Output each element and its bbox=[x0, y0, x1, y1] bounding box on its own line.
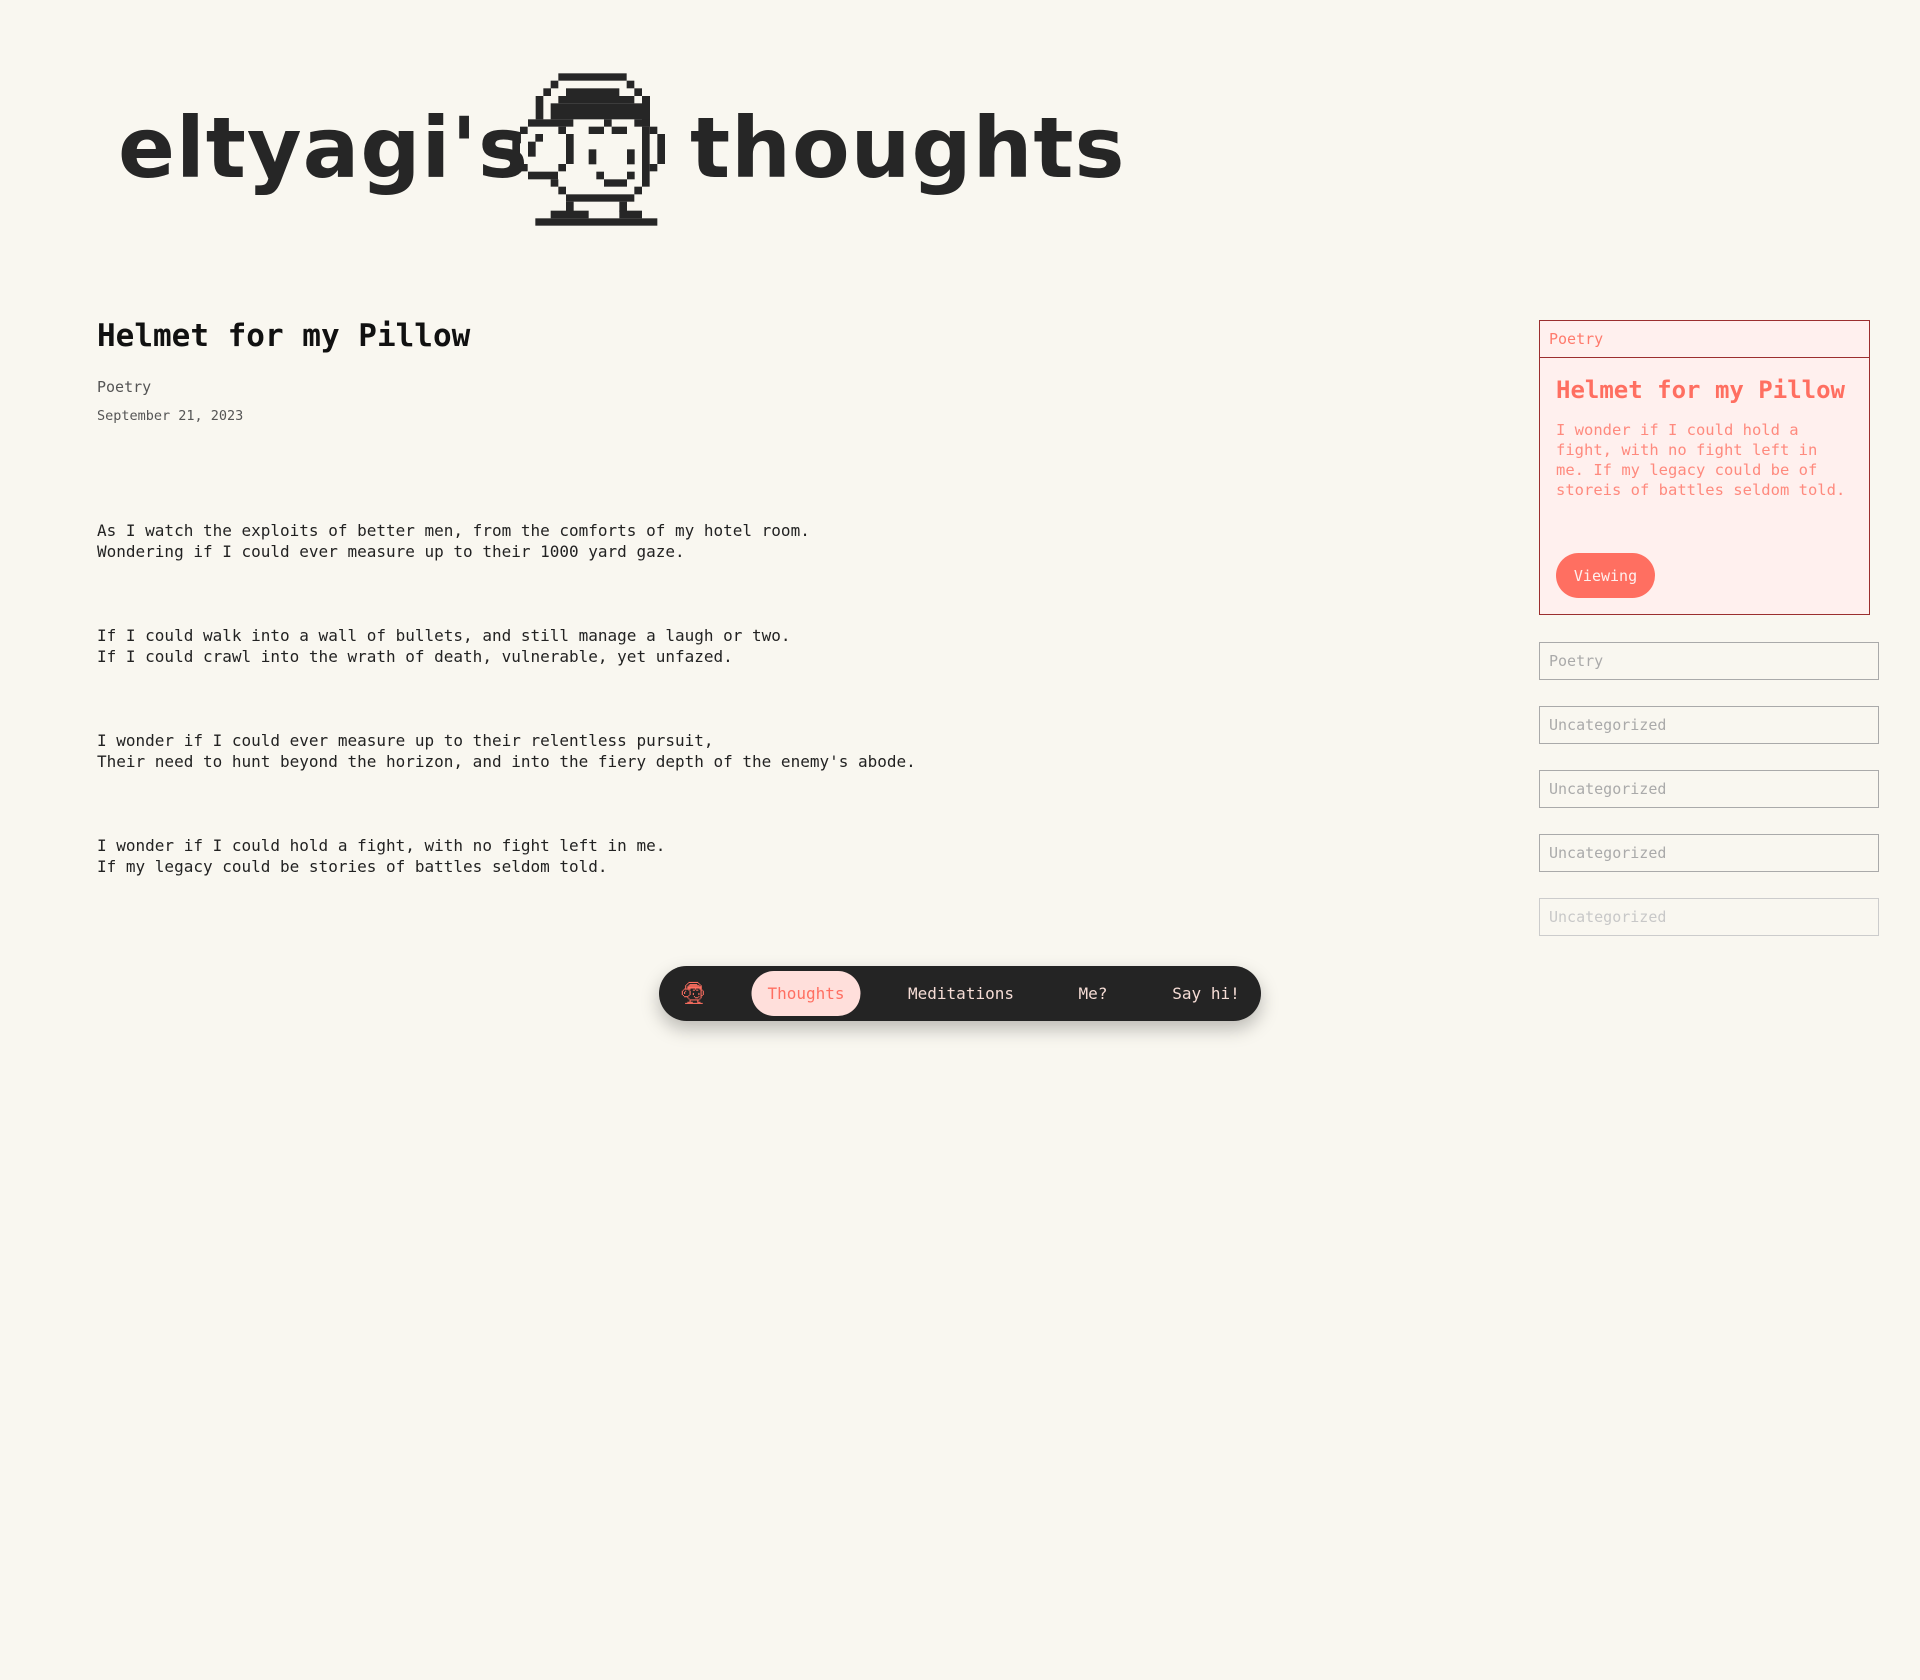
pixel-avatar-logo bbox=[512, 73, 665, 226]
stanza: As I watch the exploits of better men, f… bbox=[97, 521, 810, 561]
nav-say-hi[interactable]: Say hi! bbox=[1172, 971, 1239, 1016]
sidebar-post-item[interactable]: Uncategorized bbox=[1539, 834, 1879, 872]
stanza: I wonder if I could hold a fight, with n… bbox=[97, 836, 666, 876]
card-category: Poetry bbox=[1540, 321, 1869, 358]
nav-thoughts[interactable]: Thoughts bbox=[751, 971, 861, 1016]
post-title: Helmet for my Pillow bbox=[97, 318, 471, 354]
stanza: I wonder if I could ever measure up to t… bbox=[97, 731, 916, 771]
home-avatar-icon[interactable] bbox=[680, 980, 706, 1006]
bottom-nav: Thoughts Meditations Me? Say hi! bbox=[659, 966, 1261, 1021]
post-category: Poetry bbox=[97, 378, 152, 396]
site-suffix: thoughts bbox=[690, 99, 1126, 197]
card-excerpt: I wonder if I could hold a fight, with n… bbox=[1556, 421, 1846, 499]
nav-me[interactable]: Me? bbox=[1079, 971, 1108, 1016]
viewing-button[interactable]: Viewing bbox=[1556, 553, 1655, 598]
sidebar-post-item[interactable]: Uncategorized bbox=[1539, 898, 1879, 936]
stanza: If I could walk into a wall of bullets, … bbox=[97, 626, 791, 666]
card-title: Helmet for my Pillow bbox=[1556, 376, 1845, 404]
sidebar-post-item[interactable]: Uncategorized bbox=[1539, 706, 1879, 744]
sidebar-post-item[interactable]: Uncategorized bbox=[1539, 770, 1879, 808]
post-body: As I watch the exploits of better men, f… bbox=[97, 478, 916, 919]
sidebar-post-item[interactable]: Poetry bbox=[1539, 642, 1879, 680]
site-name: eltyagi's bbox=[118, 99, 529, 197]
nav-meditations[interactable]: Meditations bbox=[908, 971, 1014, 1016]
active-post-card[interactable]: Poetry Helmet for my Pillow I wonder if … bbox=[1539, 320, 1870, 615]
post-date: September 21, 2023 bbox=[97, 408, 244, 424]
